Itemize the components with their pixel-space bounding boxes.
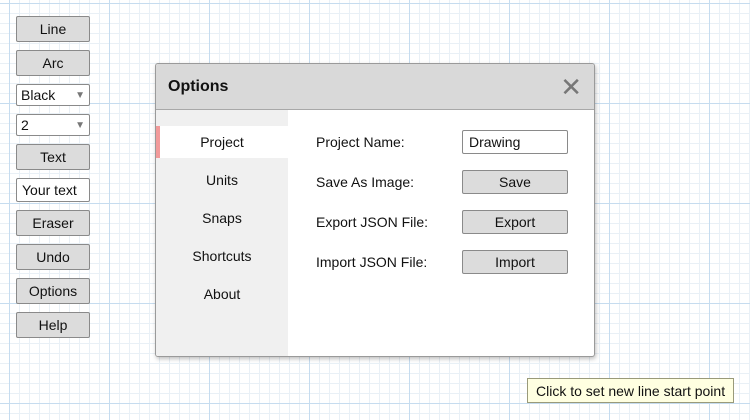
close-icon[interactable]: ✕ xyxy=(560,74,582,100)
import-button[interactable]: Import xyxy=(462,250,568,274)
status-tooltip: Click to set new line start point xyxy=(527,378,735,403)
color-select[interactable]: Black ▼ xyxy=(16,84,90,106)
nav-item-snaps[interactable]: Snaps xyxy=(156,202,288,234)
options-nav: Project Units Snaps Shortcuts About xyxy=(156,110,288,356)
chevron-down-icon: ▼ xyxy=(75,119,85,131)
arc-tool-button[interactable]: Arc xyxy=(16,50,90,76)
chevron-down-icon: ▼ xyxy=(75,89,85,101)
line-width-select[interactable]: 2 ▼ xyxy=(16,114,90,136)
nav-item-units[interactable]: Units xyxy=(156,164,288,196)
color-select-value: Black xyxy=(21,87,56,103)
project-name-label: Project Name: xyxy=(316,134,405,150)
export-json-label: Export JSON File: xyxy=(316,214,429,230)
line-tool-button[interactable]: Line xyxy=(16,16,90,42)
nav-item-about[interactable]: About xyxy=(156,278,288,310)
project-panel: Project Name: Save As Image: Save Export… xyxy=(288,110,594,356)
text-tool-button[interactable]: Text xyxy=(16,144,90,170)
dialog-header: Options ✕ xyxy=(156,64,594,110)
dialog-title: Options xyxy=(168,77,229,95)
save-button[interactable]: Save xyxy=(462,170,568,194)
help-button[interactable]: Help xyxy=(16,312,90,338)
text-input[interactable] xyxy=(16,178,90,202)
export-button[interactable]: Export xyxy=(462,210,568,234)
project-name-input[interactable] xyxy=(462,130,568,154)
nav-item-project[interactable]: Project xyxy=(156,126,288,158)
eraser-button[interactable]: Eraser xyxy=(16,210,90,236)
dialog-body: Project Units Snaps Shortcuts About Proj… xyxy=(156,110,594,356)
nav-item-shortcuts[interactable]: Shortcuts xyxy=(156,240,288,272)
options-button[interactable]: Options xyxy=(16,278,90,304)
undo-button[interactable]: Undo xyxy=(16,244,90,270)
line-width-select-value: 2 xyxy=(21,117,29,133)
import-json-label: Import JSON File: xyxy=(316,254,428,270)
save-image-label: Save As Image: xyxy=(316,174,415,190)
options-dialog: Options ✕ Project Units Snaps Shortcuts … xyxy=(155,63,595,357)
